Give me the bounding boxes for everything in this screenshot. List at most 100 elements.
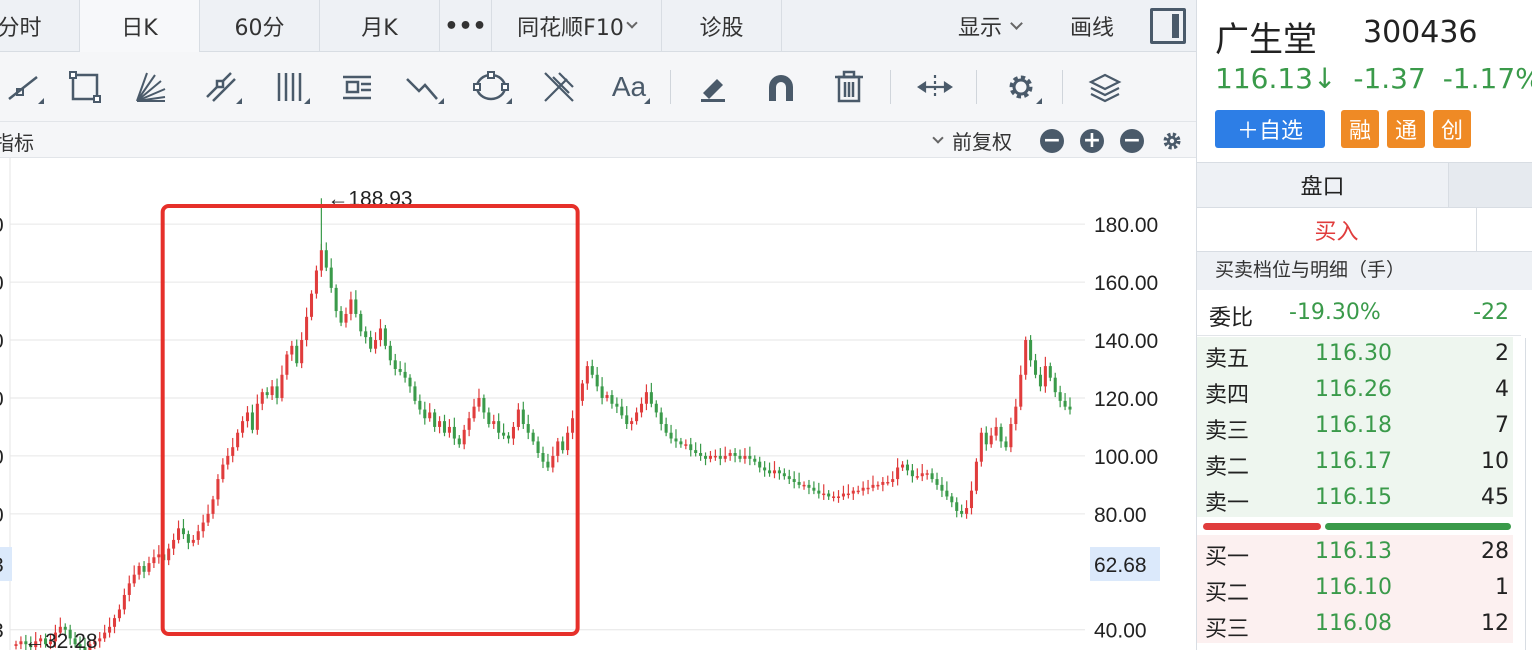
candle-body [974,461,978,491]
kline-chart[interactable]: 180.00 0 160.00 0 140.00 0 120.00 0 100.00 0 80.00… [0,158,1196,650]
commission-ratio-pct: -19.30% [1289,300,1381,325]
candle-body [950,496,954,503]
margin-tag[interactable]: 融 [1341,110,1379,148]
order-book-title: 买卖档位与明细（手） [1197,252,1532,290]
price-change: -1.37 [1353,62,1426,95]
candle-body [447,426,451,433]
remove-indicator-icon[interactable]: − [1120,129,1144,153]
ask-level-row[interactable]: 卖四 116.26 4 [1197,373,1513,409]
ask-level-price: 116.26 [1315,377,1392,402]
buy-tab[interactable]: 买入 [1197,208,1477,252]
add-watchlist-button[interactable]: ＋自选 [1215,110,1325,148]
ask-level-row[interactable]: 卖五 116.30 2 [1197,337,1513,373]
ask-level-row[interactable]: 卖一 116.15 45 [1197,481,1513,517]
text-font-tool[interactable]: Aa [602,52,656,122]
left-tick-label: 0 [0,446,4,469]
left-tick-label: 3 [0,554,4,577]
candle-body [792,479,796,482]
trend-line-tool[interactable] [0,52,50,122]
candle-body [649,392,653,404]
candle-body [797,481,801,485]
ask-strength-bar [1325,523,1511,530]
candle-body [467,418,471,430]
chart-settings-icon[interactable] [1160,129,1184,153]
candle-body [674,438,678,442]
eraser-tool[interactable] [686,52,740,122]
tab-secondary[interactable] [1449,162,1532,208]
measure-tool[interactable] [908,52,962,122]
candle-body [226,455,230,465]
candle-body [186,534,190,543]
candle-body [1048,366,1052,378]
gear-icon [1163,132,1181,150]
bid-level-row[interactable]: 买二 116.10 1 [1197,571,1513,607]
candle-body [157,554,161,558]
tab-60min[interactable]: 60分 [200,0,320,52]
price-change-pct: -1.17% [1442,62,1532,95]
ask-level-row[interactable]: 卖三 116.18 7 [1197,409,1513,445]
chinext-tag[interactable]: 创 [1433,110,1471,148]
candle-body [965,508,969,514]
indicator-label[interactable]: 指标 [0,127,34,156]
tab-monthly-k[interactable]: 月K [320,0,440,52]
gann-tool[interactable] [532,52,586,122]
panel-edge-scroll[interactable] [1525,338,1532,650]
candle-body [285,354,289,375]
measure-arrows-icon [917,75,953,99]
zoom-in-icon[interactable]: + [1080,129,1104,153]
ask-level-row[interactable]: 卖二 116.17 10 [1197,445,1513,481]
candle-body [556,441,560,456]
magnet-tool[interactable] [754,52,808,122]
display-dropdown[interactable]: 显示 [958,0,1023,52]
fan-tool[interactable] [124,52,178,122]
layers-icon [1088,73,1122,103]
candle-body [433,412,437,427]
bid-level-row[interactable]: 买三 116.08 12 [1197,607,1513,643]
adjust-dropdown[interactable]: 前复权 [930,126,1012,155]
app-root: 分时 日K 60分 月K ••• 同花顺F10 诊股 显示 画线 Aa 指标 前… [0,0,1532,650]
candle-body [457,438,461,445]
bid-level-row[interactable]: 买一 116.13 28 [1197,535,1513,571]
tab-diagnose[interactable]: 诊股 [662,0,782,52]
rectangle-tool[interactable] [58,52,112,122]
candle-body [531,432,535,442]
tab-daily-k[interactable]: 日K [80,0,200,52]
connect-tag[interactable]: 通 [1387,110,1425,148]
text-note-tool[interactable] [330,52,384,122]
more-tabs-button[interactable]: ••• [440,0,492,52]
candle-body [841,493,845,497]
tab-f10[interactable]: 同花顺F10 [492,0,662,52]
tab-order-book[interactable]: 盘口 [1197,162,1449,208]
parallel-channel-tool[interactable] [194,52,248,122]
tab-intraday[interactable]: 分时 [0,0,80,52]
y-tick-label: 100.00 [1094,446,1158,469]
layout-toggle-icon[interactable] [1150,8,1186,44]
ask-level-vol: 10 [1481,449,1509,474]
candle-body [999,426,1003,442]
drawing-settings-tool[interactable] [994,52,1048,122]
last-price: 116.13↓ [1215,62,1337,95]
zigzag-tool[interactable] [396,52,450,122]
trash-icon [835,70,863,103]
ellipse-tool[interactable] [464,52,518,122]
zoom-out-icon[interactable]: − [1040,129,1064,153]
tab-f10-label: 同花顺F10 [517,16,624,41]
draw-line-button[interactable]: 画线 [1070,0,1114,52]
candle-body [378,328,382,341]
left-tick-label: 0 [0,388,4,411]
candle-body [920,473,924,477]
candle-body [620,406,624,416]
highlight-box [160,204,580,636]
candle-body [354,299,358,314]
vertical-lines-tool[interactable] [262,52,316,122]
delete-drawings-tool[interactable] [822,52,876,122]
stock-name: 广生堂 [1215,20,1317,60]
candle-body [664,424,668,433]
candle-body [334,287,338,312]
candle-body [14,644,18,646]
candle-body [856,490,860,493]
layers-tool[interactable] [1078,52,1132,122]
sell-tab-stub[interactable] [1477,208,1532,252]
y-tick-label: 120.00 [1094,388,1158,411]
candle-body [211,499,215,514]
